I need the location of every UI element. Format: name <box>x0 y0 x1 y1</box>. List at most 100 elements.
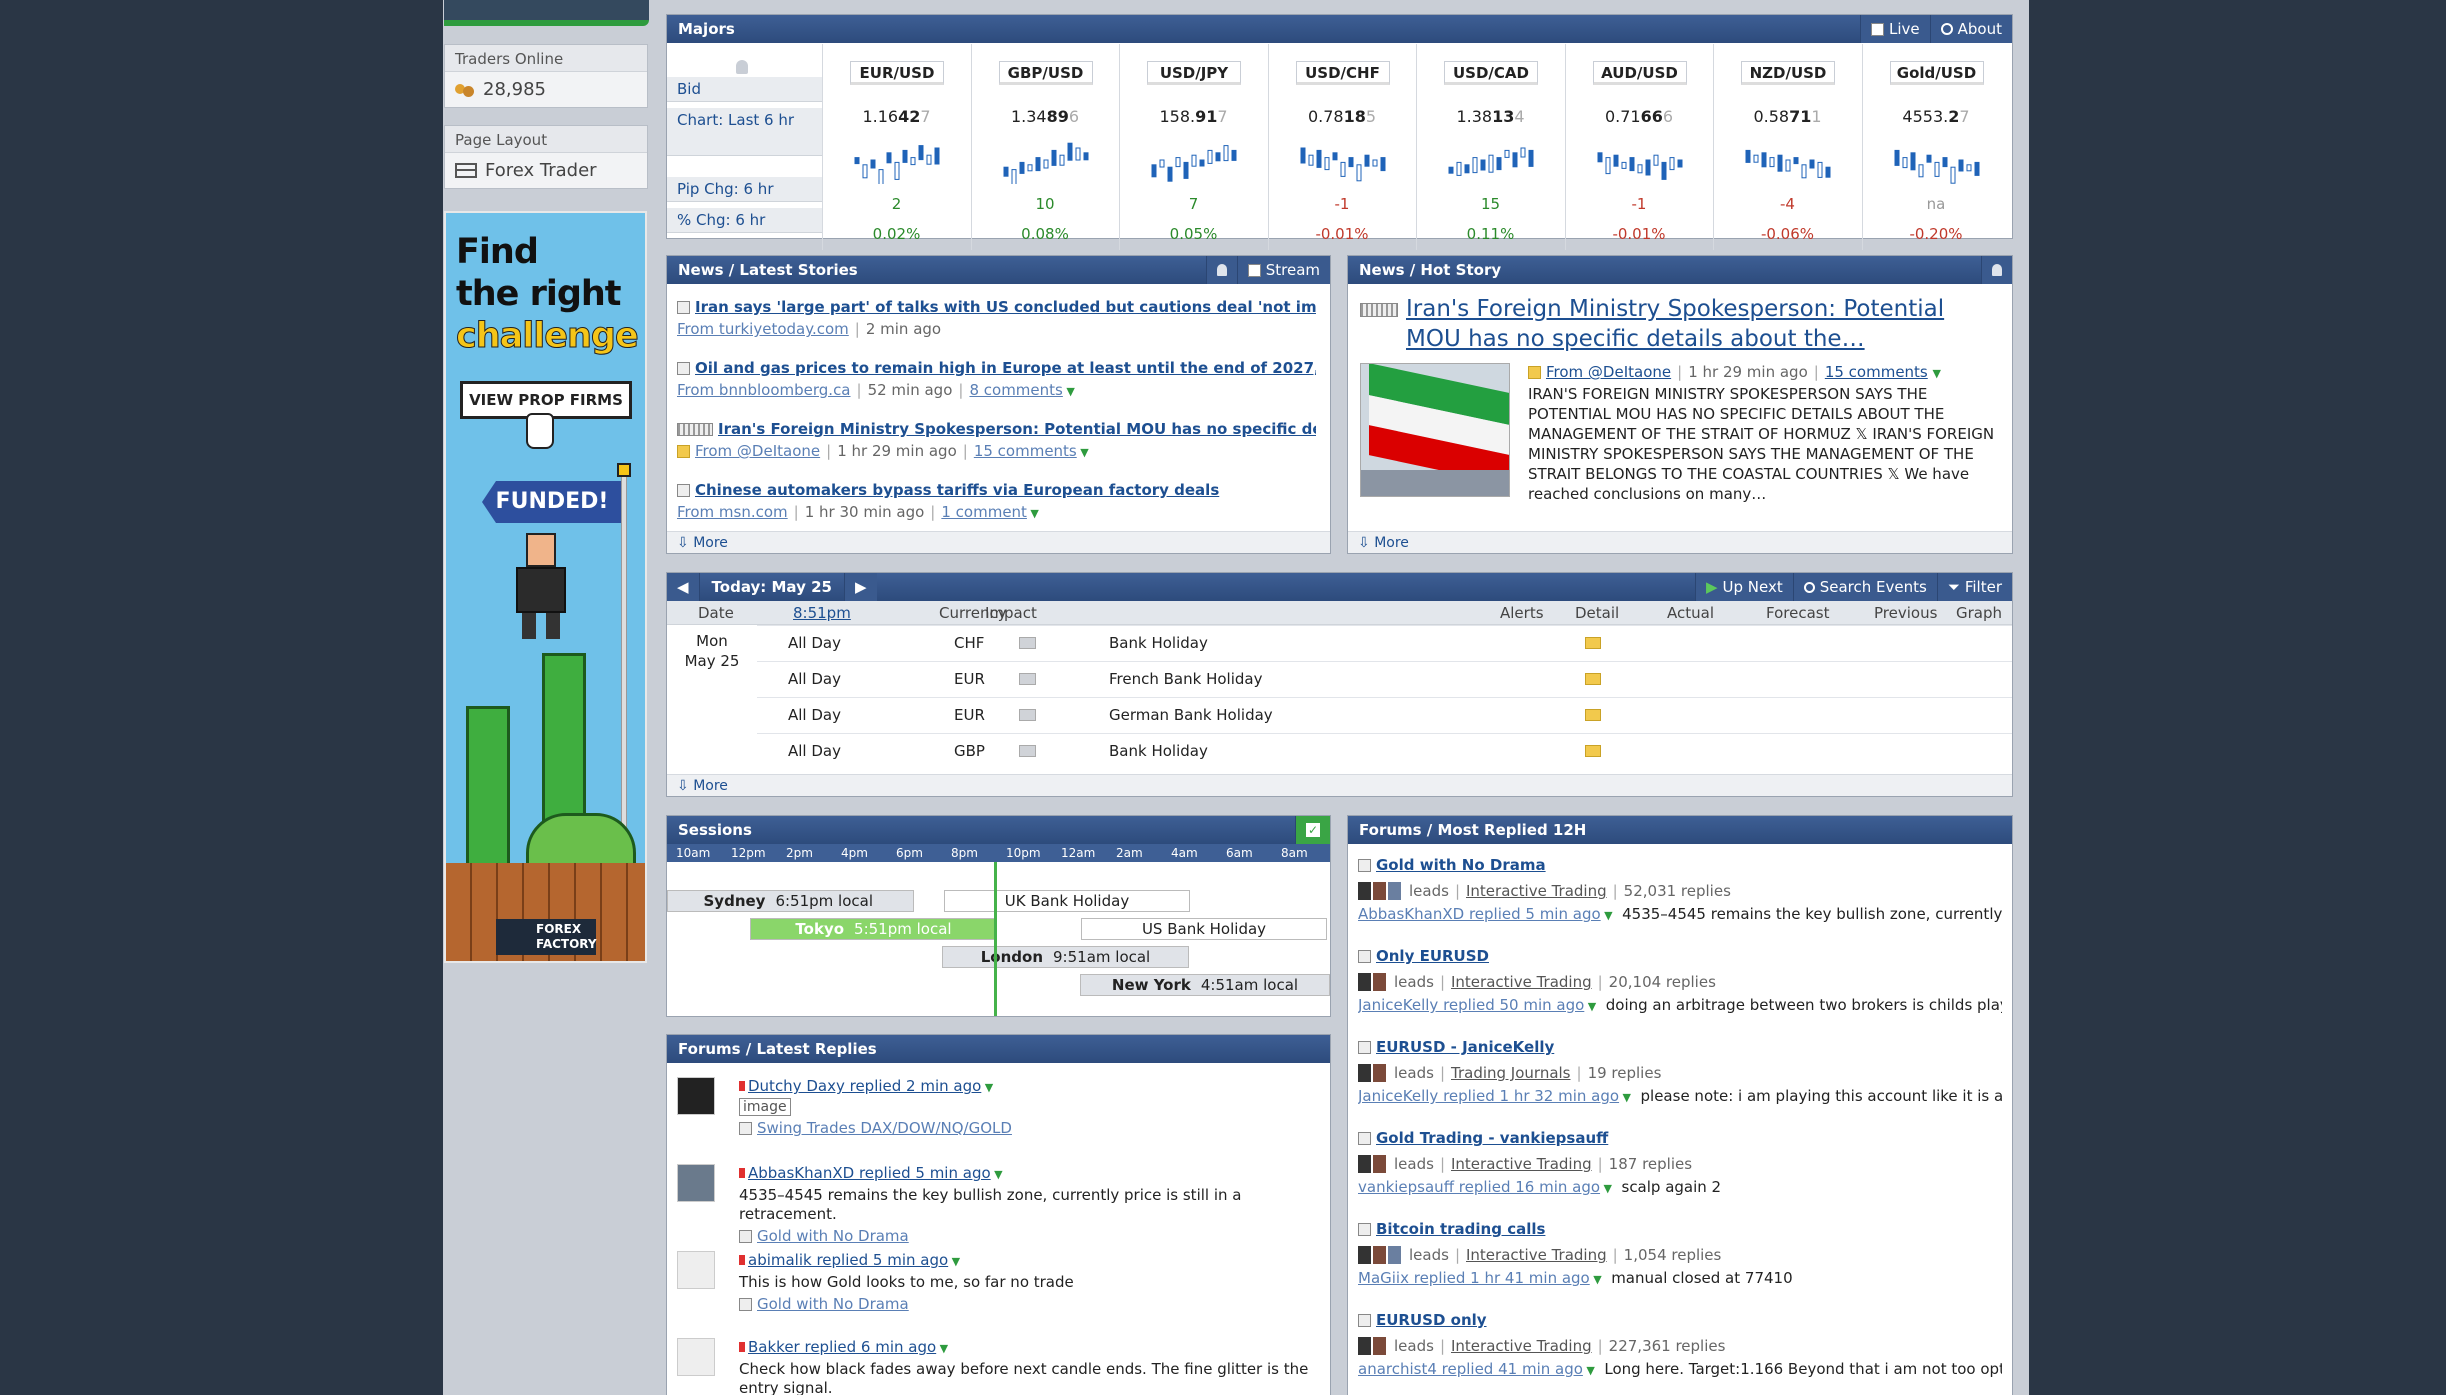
dropdown-triangle-icon[interactable]: ▼ <box>1600 1182 1615 1195</box>
event-title[interactable]: Bank Holiday <box>1109 634 1208 652</box>
forum-thread-item[interactable]: Gold with No Drama leads | Interactive Trad… <box>1358 856 2002 923</box>
lead-avatar[interactable] <box>1373 1337 1386 1355</box>
hot-more-link[interactable]: ⇩ More <box>1358 535 1409 551</box>
story-item[interactable]: Oil and gas prices to remain high in Eur… <box>677 359 1316 399</box>
hot-headline[interactable]: Iran's Foreign Ministry Spokesperson: Po… <box>1406 294 1991 354</box>
story-comments-link[interactable]: 8 comments <box>969 381 1062 399</box>
stream-toggle[interactable]: Stream <box>1236 256 1330 284</box>
pair-symbol[interactable]: NZD/USD <box>1741 61 1835 85</box>
story-title-text[interactable]: Iran's Foreign Ministry Spokesperson: Po… <box>718 420 1316 438</box>
reply-thread-link[interactable]: Gold with No Drama <box>757 1295 909 1313</box>
pair-column[interactable]: USD/JPY 158.917 7 0.05% <box>1119 44 1267 250</box>
story-source-link[interactable]: From @DeItaone <box>695 442 820 460</box>
pair-sparkline[interactable] <box>1297 136 1389 184</box>
dropdown-triangle-icon[interactable]: ▼ <box>1584 1000 1599 1013</box>
hot-comments-link[interactable]: 15 comments <box>1825 363 1928 381</box>
pair-column[interactable]: EUR/USD 1.16427 2 0.02% <box>822 44 970 250</box>
forum-thread-title[interactable]: Bitcoin trading calls <box>1376 1220 1545 1238</box>
lead-avatar[interactable] <box>1373 973 1386 991</box>
forum-reply-by-link[interactable]: anarchist4 replied 41 min ago <box>1358 1360 1583 1378</box>
pair-symbol[interactable]: USD/CAD <box>1444 61 1538 85</box>
impact-holiday-icon[interactable] <box>1019 637 1036 649</box>
forum-thread-item[interactable]: Only EURUSD leads | Interactive Trading | 20,… <box>1358 947 2002 1014</box>
impact-holiday-icon[interactable] <box>1019 709 1036 721</box>
reply-user-line[interactable]: Bakker replied 6 min ago ▼ <box>739 1338 1320 1356</box>
forum-thread-title-line[interactable]: Gold Trading - vankiepsauff <box>1358 1129 2002 1147</box>
reply-thread-line[interactable]: Swing Trades DAX/DOW/NQ/GOLD <box>739 1119 1320 1137</box>
forum-thread-item[interactable]: EURUSD - JaniceKelly leads | Trading Journa… <box>1358 1038 2002 1105</box>
prev-day-button[interactable]: ◀ <box>667 573 700 601</box>
calendar-event-row[interactable]: All Day GBP Bank Holiday <box>757 733 2012 769</box>
next-day-button[interactable]: ▶ <box>844 573 877 601</box>
dropdown-triangle-icon[interactable]: ▼ <box>991 1168 1002 1181</box>
pair-sparkline[interactable] <box>1445 136 1537 184</box>
lead-avatar[interactable] <box>1373 882 1386 900</box>
story-title[interactable]: Iran's Foreign Ministry Spokesperson: Po… <box>677 420 1316 438</box>
event-title[interactable]: French Bank Holiday <box>1109 670 1262 688</box>
forum-thread-item[interactable]: Bitcoin trading calls leads | Interactive T… <box>1358 1220 2002 1287</box>
filter-button[interactable]: ⏷ Filter <box>1936 573 2012 601</box>
pair-column[interactable]: NZD/USD 0.58711 -4 -0.06% <box>1713 44 1861 250</box>
pair-symbol[interactable]: GBP/USD <box>998 61 1093 85</box>
story-source-link[interactable]: From msn.com <box>677 503 788 521</box>
pair-column[interactable]: AUD/USD 0.71666 -1 -0.01% <box>1564 44 1713 250</box>
dropdown-triangle-icon[interactable]: ▼ <box>1063 385 1074 398</box>
story-item[interactable]: Iran's Foreign Ministry Spokesperson: Po… <box>677 420 1316 460</box>
story-title-text[interactable]: Iran says 'large part' of talks with US … <box>695 298 1316 316</box>
forum-category-link[interactable]: Interactive Trading <box>1451 1155 1592 1173</box>
calendar-event-row[interactable]: All Day EUR French Bank Holiday <box>757 661 2012 697</box>
pair-symbol[interactable]: EUR/USD <box>850 61 944 85</box>
forum-thread-title[interactable]: EURUSD - JaniceKelly <box>1376 1038 1554 1056</box>
col-time[interactable]: 8:51pm <box>793 604 851 622</box>
event-title[interactable]: Bank Holiday <box>1109 742 1208 760</box>
lead-avatar[interactable] <box>1358 973 1371 991</box>
dropdown-triangle-icon[interactable]: ▼ <box>1027 507 1038 520</box>
forum-category-link[interactable]: Interactive Trading <box>1451 1337 1592 1355</box>
lead-avatar[interactable] <box>1358 882 1371 900</box>
pair-sparkline[interactable] <box>1891 136 1983 184</box>
lead-avatar[interactable] <box>1388 882 1401 900</box>
reply-thread-link[interactable]: Swing Trades DAX/DOW/NQ/GOLD <box>757 1119 1012 1137</box>
about-button[interactable]: About <box>1929 15 2012 43</box>
forum-thread-title[interactable]: Only EURUSD <box>1376 947 1489 965</box>
reply-thread-link[interactable]: Gold with No Drama <box>757 1227 909 1245</box>
impact-holiday-icon[interactable] <box>1019 673 1036 685</box>
story-source-link[interactable]: From turkiyetoday.com <box>677 320 849 338</box>
reply-user-link[interactable]: Bakker replied 6 min ago <box>748 1338 936 1356</box>
pair-sparkline[interactable] <box>1742 136 1834 184</box>
story-title-text[interactable]: Oil and gas prices to remain high in Eur… <box>695 359 1316 377</box>
user-avatar[interactable] <box>677 1338 715 1376</box>
pair-symbol[interactable]: USD/JPY <box>1147 61 1241 85</box>
reply-user-line[interactable]: AbbasKhanXD replied 5 min ago ▼ <box>739 1164 1320 1182</box>
pair-column[interactable]: GBP/USD 1.34896 10 0.08% <box>970 44 1119 250</box>
lead-avatar[interactable] <box>1358 1337 1371 1355</box>
reply-user-line[interactable]: abimalik replied 5 min ago ▼ <box>739 1251 1320 1269</box>
lead-avatar[interactable] <box>1358 1155 1371 1173</box>
story-source-link[interactable]: From bnnbloomberg.ca <box>677 381 851 399</box>
forum-reply-by-link[interactable]: AbbasKhanXD replied 5 min ago <box>1358 905 1601 923</box>
reply-user-link[interactable]: Dutchy Daxy replied 2 min ago <box>748 1077 981 1095</box>
story-title[interactable]: Iran says 'large part' of talks with US … <box>677 298 1316 316</box>
dropdown-triangle-icon[interactable]: ▼ <box>1933 367 1941 380</box>
forum-thread-title[interactable]: EURUSD only <box>1376 1311 1487 1329</box>
forum-reply-by-link[interactable]: MaGiix replied 1 hr 41 min ago <box>1358 1269 1590 1287</box>
forum-thread-title-line[interactable]: Bitcoin trading calls <box>1358 1220 2002 1238</box>
pair-sparkline[interactable] <box>1594 136 1686 184</box>
dropdown-triangle-icon[interactable]: ▼ <box>948 1255 960 1268</box>
impact-holiday-icon[interactable] <box>1019 745 1036 757</box>
folder-detail-icon[interactable] <box>1585 637 1601 649</box>
dropdown-triangle-icon[interactable]: ▼ <box>1590 1273 1605 1286</box>
check-icon[interactable]: ✓ <box>1306 823 1320 837</box>
dropdown-triangle-icon[interactable]: ▼ <box>1077 446 1088 459</box>
calendar-more-link[interactable]: ⇩ More <box>677 778 728 794</box>
hot-alert-button[interactable] <box>1981 256 2012 284</box>
folder-detail-icon[interactable] <box>1585 673 1601 685</box>
lead-avatar[interactable] <box>1358 1246 1371 1264</box>
pair-symbol[interactable]: Gold/USD <box>1889 61 1984 85</box>
today-label[interactable]: Today: May 25 <box>700 573 845 601</box>
sessions-toggle[interactable]: ✓ <box>1295 816 1330 844</box>
reply-user-link[interactable]: AbbasKhanXD replied 5 min ago <box>748 1164 991 1182</box>
forum-thread-title-line[interactable]: Only EURUSD <box>1358 947 2002 965</box>
folder-detail-icon[interactable] <box>1585 745 1601 757</box>
live-toggle[interactable]: Live <box>1860 15 1930 43</box>
